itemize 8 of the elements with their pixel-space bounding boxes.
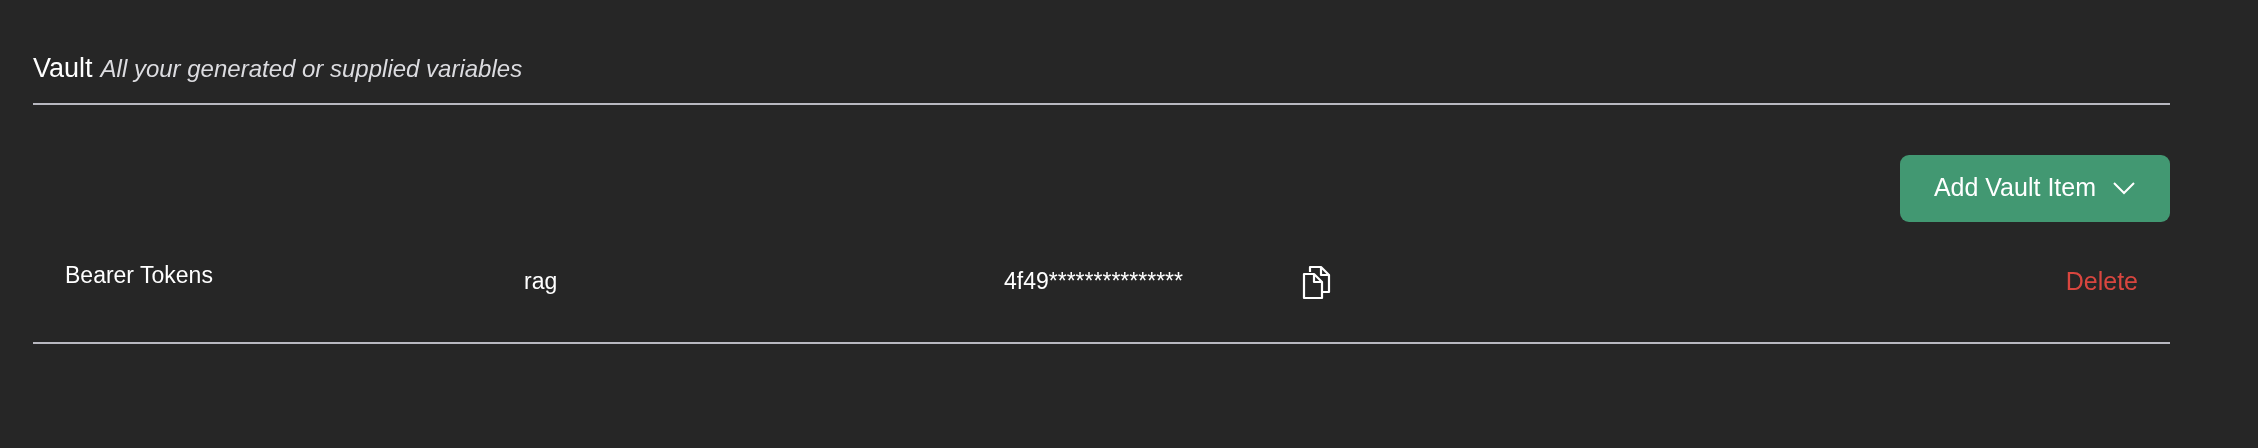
vault-subtitle: All your generated or supplied variables	[100, 54, 523, 84]
delete-link[interactable]: Delete	[2065, 262, 2138, 301]
add-vault-item-button[interactable]: Add Vault Item	[1899, 154, 2170, 222]
item-type: Bearer Tokens	[65, 261, 214, 291]
vault-title: Vault	[33, 52, 93, 85]
item-name: rag	[524, 267, 559, 297]
chevron-down-icon	[2112, 181, 2136, 195]
item-value: 4f49***************	[1004, 267, 1185, 297]
